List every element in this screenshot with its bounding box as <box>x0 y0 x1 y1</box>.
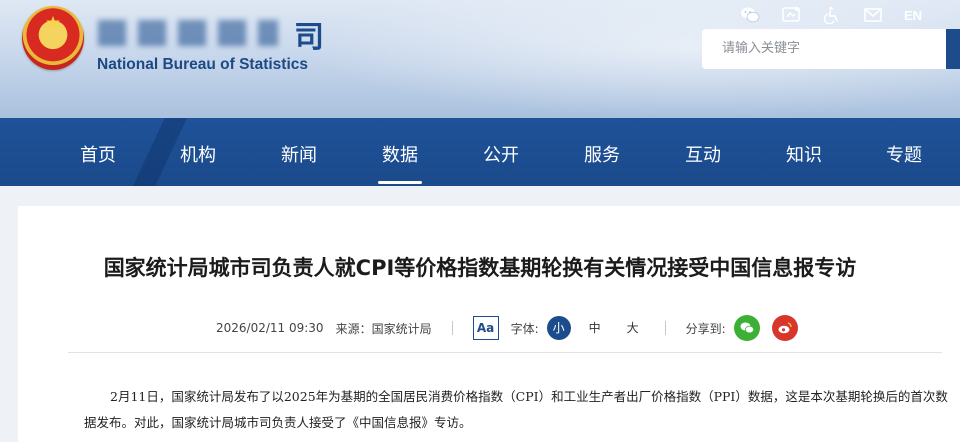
weibo-share-icon <box>778 322 792 334</box>
meta-divider <box>451 321 453 335</box>
article-panel: 国家统计局城市司负责人就CPI等价格指数基期轮换有关情况接受中国信息报专访 20… <box>18 206 960 442</box>
nav-item-organization[interactable]: 机构 <box>148 118 248 186</box>
nav-item-knowledge[interactable]: 知识 <box>754 118 854 186</box>
font-label: 字体: <box>510 321 539 336</box>
article-source: 来源：国家统计局 <box>335 321 432 336</box>
share-weibo-button[interactable] <box>771 315 798 341</box>
site-header: 司 National Bureau of Statistics EN <box>0 0 960 118</box>
nav-item-data[interactable]: 数据 <box>350 118 450 186</box>
national-emblem-logo[interactable] <box>22 6 84 70</box>
article-paragraph: 2月11日，国家统计局发布了以2025年为基期的全国居民消费价格指数（CPI）和… <box>84 389 948 430</box>
nav-item-topics[interactable]: 专题 <box>854 118 954 186</box>
wechat-icon[interactable] <box>740 6 760 24</box>
font-size-small-button[interactable]: 小 <box>546 316 571 340</box>
nav-item-services[interactable]: 服务 <box>552 118 652 186</box>
font-size-medium-button[interactable]: 中 <box>583 316 607 340</box>
nav-item-interaction[interactable]: 互动 <box>653 118 753 186</box>
article-title: 国家统计局城市司负责人就CPI等价格指数基期轮换有关情况接受中国信息报专访 <box>103 256 857 280</box>
font-toggle-button[interactable]: Aa <box>472 316 499 340</box>
org-name-en: National Bureau of Statistics <box>97 56 309 73</box>
search-input[interactable] <box>702 29 946 69</box>
main-nav: 首页 机构 新闻 数据 公开 服务 互动 知识 专题 <box>0 118 960 186</box>
mini-program-icon[interactable] <box>781 6 801 24</box>
publish-datetime: 2026/02/11 09:30 <box>216 321 324 335</box>
nav-item-disclosure[interactable]: 公开 <box>451 118 551 186</box>
meta-divider-line <box>68 352 942 353</box>
language-switch-en[interactable]: EN <box>904 8 922 23</box>
mail-icon[interactable] <box>863 6 883 24</box>
search-button[interactable] <box>946 29 960 69</box>
font-size-large-button[interactable]: 大 <box>621 316 645 340</box>
share-label: 分享到: <box>685 321 726 336</box>
wechat-share-icon <box>740 322 754 334</box>
top-utility-bar: EN <box>740 4 922 26</box>
meta-divider <box>664 321 666 335</box>
org-name-cn: 司 <box>294 20 326 55</box>
nav-item-home[interactable]: 首页 <box>48 118 148 186</box>
share-wechat-button[interactable] <box>733 315 760 341</box>
accessibility-icon[interactable] <box>822 6 842 24</box>
nav-item-news[interactable]: 新闻 <box>249 118 349 186</box>
article-meta: 2026/02/11 09:30 来源：国家统计局 Aa 字体: 小 中 大 分… <box>216 315 798 341</box>
